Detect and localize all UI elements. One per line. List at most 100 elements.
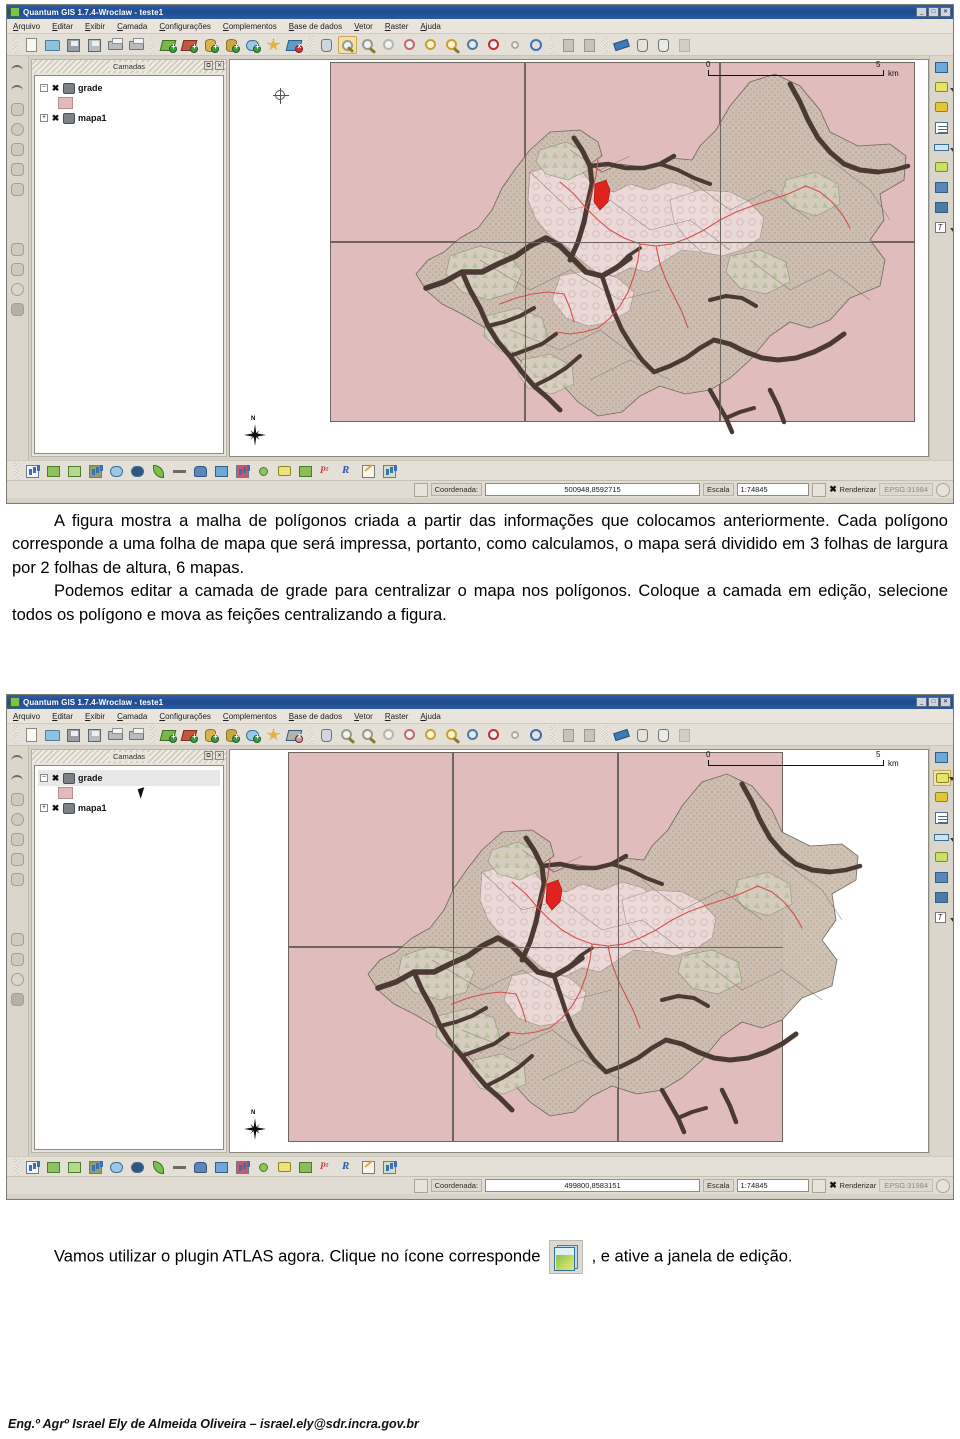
zoom-out-icon[interactable] [359,36,378,54]
plugin-table-icon[interactable] [380,1158,399,1176]
expander-icon[interactable]: − [40,774,48,782]
plugin-edit-icon[interactable] [359,1158,378,1176]
window-buttons[interactable]: _ □ ✕ [916,7,951,17]
menu-item-vetor[interactable]: Vetor [354,712,373,721]
move-item-icon[interactable] [933,790,951,806]
plugin-fields-icon[interactable] [275,462,294,480]
merge-features-icon[interactable] [9,221,26,238]
layer-tree[interactable]: − ✖ grade + ✖ mapa1 [34,75,224,454]
scale-field[interactable]: 1:74845 [736,483,809,496]
menu-item-camada[interactable]: Camada [117,712,147,721]
layer-tree[interactable]: − ✖ grade + ✖ mapa1 [34,765,224,1150]
select-features-icon[interactable] [654,36,673,54]
window-buttons[interactable]: _ □ ✕ [916,697,951,707]
plugin-table-icon[interactable] [380,462,399,480]
plugin-raster-icon[interactable] [212,462,231,480]
zoom-actual-size-icon[interactable] [485,36,504,54]
plugin-mosaic-icon[interactable] [233,462,252,480]
render-checkbox[interactable]: ✖ [829,485,838,494]
plugin-compass-icon[interactable] [128,1158,147,1176]
delete-selected-icon[interactable] [9,871,26,888]
open-project-icon[interactable] [43,36,62,54]
expander-icon[interactable]: + [40,114,48,122]
stop-rendering-icon[interactable] [811,1178,826,1193]
new-shapefile-layer-icon[interactable] [264,36,283,54]
move-feature-icon[interactable] [9,831,26,848]
zoom-out-icon[interactable] [359,726,378,744]
menu-item-arquivo[interactable]: Arquivo [13,712,40,721]
plugin-chart-icon[interactable] [23,1158,42,1176]
add-scalebar-icon[interactable] [933,830,953,846]
deselect-features-icon[interactable] [675,36,694,54]
crs-label[interactable]: EPSG:31984 [879,483,933,496]
menu-item-raster[interactable]: Raster [385,712,409,721]
plugin-fields-icon[interactable] [275,1158,294,1176]
composer-manager-icon[interactable] [127,36,146,54]
add-text-icon[interactable]: T [933,220,953,236]
attribute-table-icon[interactable] [559,726,578,744]
add-feature-icon[interactable] [9,811,26,828]
zoom-scale-icon[interactable] [506,726,525,744]
plugin-dash-icon[interactable] [170,1158,189,1176]
layer-visibility-checkbox[interactable]: ✖ [51,773,60,783]
zoom-actual-size-icon[interactable] [485,726,504,744]
node-tool-icon[interactable] [9,851,26,868]
composer-manager-icon[interactable] [127,726,146,744]
add-raster-layer-icon[interactable] [180,726,199,744]
node-tool-icon[interactable] [9,161,26,178]
plugin-tools-icon[interactable] [296,462,315,480]
add-raster-layer-icon[interactable] [180,36,199,54]
add-vector-layer-icon[interactable] [159,726,178,744]
new-project-icon[interactable] [22,726,41,744]
coordinate-field[interactable]: 500948,8592715 [485,483,701,496]
fill-ring-icon[interactable] [9,301,26,318]
add-legend-icon[interactable] [933,120,951,136]
remove-layer-icon[interactable] [285,36,304,54]
edit-tool-icon[interactable] [9,101,26,118]
pan-map-icon[interactable] [317,726,336,744]
zoom-full-icon[interactable] [380,36,399,54]
panel-close-button[interactable]: ✕ [215,751,224,760]
reshape-features-icon[interactable] [9,931,26,948]
zoom-to-selection-icon[interactable] [401,36,420,54]
deselect-features-icon[interactable] [675,726,694,744]
add-wms-layer-icon[interactable] [243,36,262,54]
add-image2-icon[interactable] [933,890,951,906]
crs-settings-icon[interactable] [936,1178,950,1193]
plugin-compass-icon[interactable] [128,462,147,480]
plugin-dash-icon[interactable] [170,462,189,480]
layer-row-grade[interactable]: − ✖ grade [38,770,220,786]
reshape-features-icon[interactable] [9,241,26,258]
add-postgis-layer-icon[interactable] [201,726,220,744]
maximize-button[interactable]: □ [928,7,939,17]
render-checkbox[interactable]: ✖ [829,1181,838,1190]
plugin-raster-icon[interactable] [212,1158,231,1176]
crs-settings-icon[interactable] [936,482,950,497]
plugin-green-arrow-icon[interactable] [44,1158,63,1176]
panel-close-button[interactable]: ✕ [215,61,224,70]
add-map-icon[interactable] [933,60,951,76]
plugin-p2-icon[interactable]: P² [317,462,336,480]
menu-item-editar[interactable]: Editar [52,712,73,721]
plugin-globe-icon[interactable] [107,462,126,480]
stop-rendering-icon[interactable] [811,482,826,497]
edit-tool-icon[interactable] [9,791,26,808]
add-image-icon[interactable] [933,180,951,196]
add-legend-icon[interactable] [933,810,951,826]
zoom-full-icon[interactable] [380,726,399,744]
menu-item-configuracoes[interactable]: Configurações [159,22,211,31]
panel-float-button[interactable]: ⧉ [204,751,213,760]
expander-icon[interactable]: − [40,84,48,92]
measure-line-icon[interactable] [612,726,631,744]
layer-visibility-checkbox[interactable]: ✖ [51,83,60,93]
menu-item-camada[interactable]: Camada [117,22,147,31]
plugin-dot-icon[interactable] [254,1158,273,1176]
redo-icon[interactable] [9,771,26,788]
simplify-feature-icon[interactable] [9,261,26,278]
delete-selected-icon[interactable] [9,181,26,198]
plugin-tools-icon[interactable] [296,1158,315,1176]
add-image2-icon[interactable] [933,200,951,216]
new-print-composer-icon[interactable] [106,36,125,54]
plugin-photo-icon[interactable] [86,1158,105,1176]
plugin-export-icon[interactable] [65,1158,84,1176]
